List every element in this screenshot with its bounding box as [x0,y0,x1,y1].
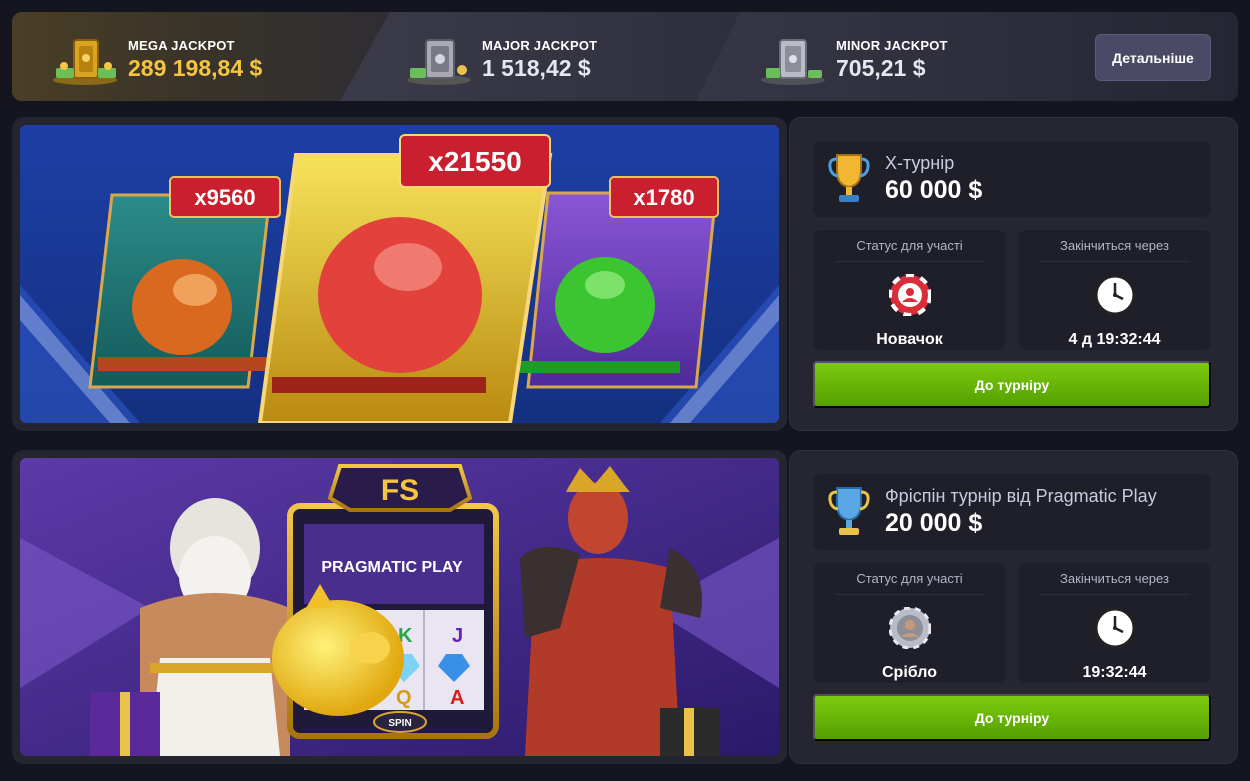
mega-jackpot: MEGA JACKPOT 289 198,84 $ [50,34,262,86]
divider [1039,261,1190,262]
brand-logo: PRAGMATIC PLAY [321,559,463,576]
minor-jackpot: MINOR JACKPOT 705,21 $ [758,34,948,86]
banner-frame: x9560 x21550 x1780 [12,117,787,431]
tournament-card: FS PRAGMATIC PLAY K J Q A SPIN Фріспін т… [12,450,1238,764]
ends-label: Закінчиться через [1060,571,1169,586]
banner-frame: FS PRAGMATIC PLAY K J Q A SPIN [12,450,787,764]
reel-symbol: Q [396,687,412,709]
time-remaining: Закінчиться через 4 д 19:32:44 [1018,230,1211,350]
jackpot-name: MEGA JACKPOT [128,38,235,53]
tournament-banner[interactable]: x9560 x21550 x1780 [20,125,779,423]
jackpot-bar: MEGA JACKPOT 289 198,84 $ MAJOR JACKPOT … [12,12,1238,101]
tournament-banner[interactable]: FS PRAGMATIC PLAY K J Q A SPIN [20,458,779,756]
tournament-info-panel: Фріспін турнір від Pragmatic Play 20 000… [789,450,1238,764]
ends-value: 19:32:44 [1082,664,1147,681]
spin-label: SPIN [388,718,411,729]
tournament-header: X-турнір 60 000 $ [813,141,1211,217]
clock-icon [1094,274,1135,316]
jackpot-name: MINOR JACKPOT [836,38,948,53]
divider [834,594,985,595]
jackpot-name: MAJOR JACKPOT [482,38,598,53]
steel-safe-icon [758,34,828,86]
tournament-header: Фріспін турнір від Pragmatic Play 20 000… [813,474,1211,550]
multiplier-label: x1780 [633,185,694,210]
participation-status: Статус для участі Новачок [813,230,1006,350]
participation-status: Статус для участі Срібло [813,563,1006,683]
divider [834,261,985,262]
ends-value: 4 д 19:32:44 [1068,331,1161,348]
ends-label: Закінчиться через [1060,238,1169,253]
reel-symbol: A [450,687,464,709]
clock-icon [1094,607,1135,649]
gold-safe-icon [50,34,120,86]
divider [1039,594,1190,595]
multiplier-label: x9560 [194,185,255,210]
tournament-title: Фріспін турнір від Pragmatic Play [885,486,1157,506]
blue-trophy-icon [828,487,870,535]
gold-trophy-icon [828,154,870,202]
silver-safe-icon [404,34,474,86]
tournament-title: X-турнір [885,153,955,173]
tournament-info-panel: X-турнір 60 000 $ Статус для участі Нова… [789,117,1238,431]
red-chip-icon [887,273,932,317]
multiplier-label: x21550 [428,146,521,177]
tournament-card: x9560 x21550 x1780 X-турнір 60 000 $ Ста… [12,117,1238,431]
details-button[interactable]: Детальніше [1095,34,1211,81]
fs-badge: FS [381,474,419,507]
go-to-tournament-button[interactable]: До турніру [813,361,1211,408]
reel-symbol: J [452,625,463,647]
status-label: Статус для участі [856,238,963,253]
tournament-prize: 20 000 $ [885,509,983,537]
go-to-tournament-button[interactable]: До турніру [813,694,1211,741]
status-value: Новачок [876,331,943,348]
jackpot-amount: 289 198,84 $ [128,55,263,81]
status-label: Статус для участі [856,571,963,586]
silver-chip-icon [888,606,931,650]
tournament-prize: 60 000 $ [885,176,983,204]
major-jackpot: MAJOR JACKPOT 1 518,42 $ [404,34,597,86]
time-remaining: Закінчиться через 19:32:44 [1018,563,1211,683]
status-value: Срібло [882,664,937,681]
jackpot-amount: 1 518,42 $ [482,55,591,81]
jackpot-amount: 705,21 $ [836,55,926,81]
